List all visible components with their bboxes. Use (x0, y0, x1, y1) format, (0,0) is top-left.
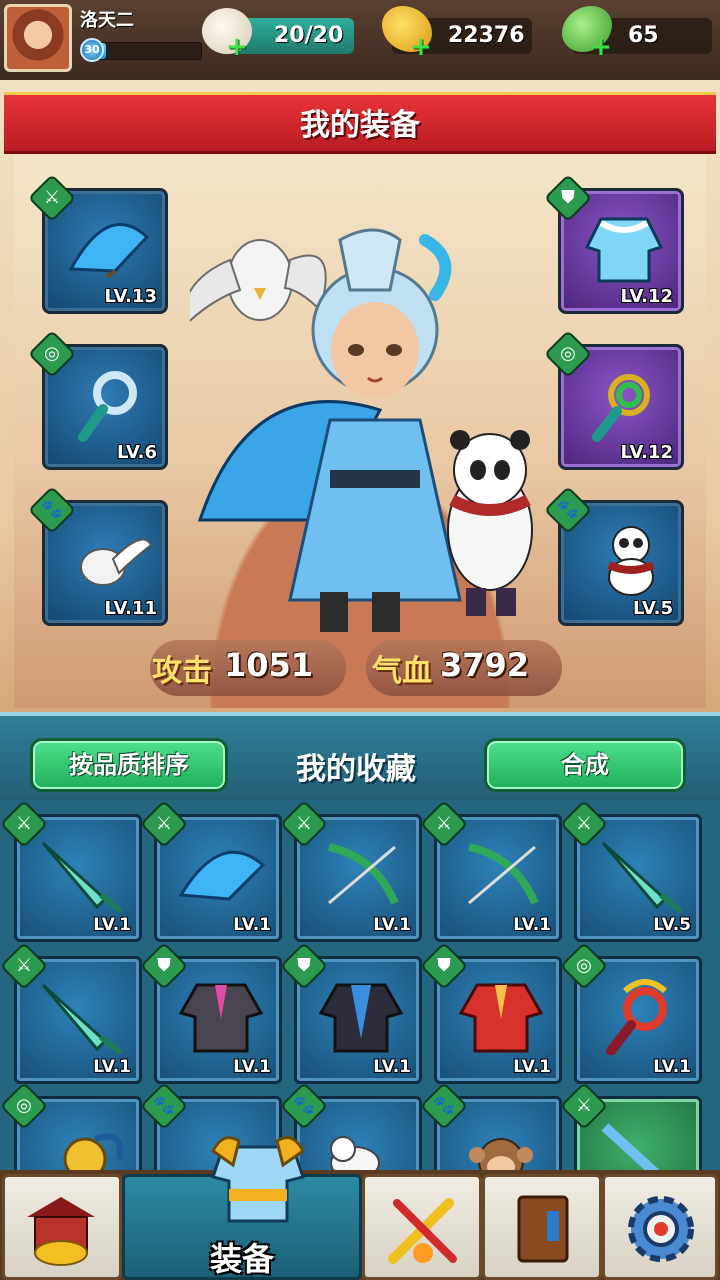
blue-robe-icon (318, 983, 404, 1053)
nav-forge[interactable] (362, 1174, 482, 1280)
book-icon (517, 1195, 569, 1263)
shop-icon (27, 1197, 95, 1266)
jade-dagger-icon (601, 841, 683, 913)
item-level: LV.1 (653, 1057, 691, 1077)
add-stamina-button[interactable]: + (226, 34, 248, 60)
item-level: LV.1 (373, 915, 411, 935)
equipment-title: 我的装备 (300, 108, 420, 143)
white-eagle-icon (80, 538, 153, 586)
nav-book[interactable] (482, 1174, 602, 1280)
add-gold-button[interactable]: + (410, 34, 432, 60)
item-level: LV.1 (373, 1057, 411, 1077)
dragon-ring-icon (592, 374, 650, 442)
equip-slot-weapon[interactable]: LV.13 ⚔ (27, 173, 168, 314)
jade-dagger-icon (41, 983, 123, 1055)
collection-item[interactable]: LV.1 ⛊ (419, 941, 562, 1084)
collection-item[interactable]: LV.5 ⚔ (559, 799, 702, 942)
slot-level: LV.12 (620, 442, 674, 463)
panda-companion (447, 430, 533, 616)
nav-equipment-label: 装备 (209, 1240, 274, 1278)
jade-pendant-icon (78, 371, 137, 442)
nav-settings[interactable] (602, 1174, 718, 1280)
red-robe-icon (458, 983, 544, 1053)
jade-crossbow-icon (468, 843, 539, 905)
item-level: LV.1 (513, 915, 551, 935)
player-avatar[interactable] (4, 4, 72, 72)
equip-slot-ring[interactable]: LV.12 ◎ (543, 329, 684, 470)
add-jade-button[interactable]: + (590, 34, 612, 60)
equip-slot-accessory[interactable]: LV.6 ◎ (27, 329, 168, 470)
equip-slot-pet-2[interactable]: LV.5 🐾 (543, 485, 684, 626)
merge-button[interactable]: 合成 (484, 738, 686, 792)
weapon-forge-icon (388, 1198, 457, 1264)
sort-by-quality-button[interactable]: 按品质排序 (30, 738, 228, 792)
phoenix-ring-icon (606, 979, 668, 1055)
eagle-companion (190, 239, 327, 322)
ice-robe-icon (584, 217, 664, 283)
collection-item[interactable]: LV.1 ⚔ (279, 799, 422, 942)
settings-icon (628, 1196, 694, 1262)
item-level: LV.5 (653, 915, 691, 935)
item-level: LV.1 (233, 915, 271, 935)
hero-character (190, 228, 533, 632)
panda-icon (607, 526, 655, 596)
equip-slot-armor[interactable]: LV.12 ⛊ (543, 173, 684, 314)
collection-item[interactable]: LV.1 ⚔ (139, 799, 282, 942)
attack-value: 1051 (224, 646, 314, 684)
blue-fan-icon (178, 850, 266, 901)
slot-level: LV.12 (620, 286, 674, 307)
attack-label: 攻击 (152, 654, 212, 689)
slot-level: LV.13 (104, 286, 158, 307)
item-level: LV.1 (513, 1057, 551, 1077)
equip-slot-pet[interactable]: LV.11 🐾 (27, 485, 168, 626)
hp-value: 3792 (440, 646, 530, 684)
hp-label: 气血 (372, 654, 432, 689)
blue-fan-icon (68, 223, 150, 279)
collection-item[interactable]: LV.1 ⚔ (0, 941, 142, 1084)
player-level-badge: 30 (80, 38, 104, 62)
collection-item[interactable]: LV.1 ⚔ (0, 799, 142, 942)
collection-item[interactable]: LV.1 ⚔ (419, 799, 562, 942)
nav-shop[interactable] (2, 1174, 122, 1280)
equipment-icon (211, 1136, 305, 1223)
player-name: 洛天二 (80, 10, 134, 31)
dark-robe-icon (178, 983, 264, 1053)
collection-item[interactable]: LV.1 ⛊ (279, 941, 422, 1084)
slot-level: LV.6 (117, 442, 157, 463)
slot-level: LV.5 (633, 598, 673, 619)
jade-crossbow-icon (328, 843, 399, 905)
collection-item[interactable]: LV.1 ◎ (559, 941, 702, 1084)
item-level: LV.1 (233, 1057, 271, 1077)
item-level: LV.1 (93, 915, 131, 935)
jade-dagger-icon (41, 841, 123, 913)
slot-level: LV.11 (104, 598, 158, 619)
collection-title: 我的收藏 (296, 752, 416, 787)
collection-item[interactable]: LV.1 ⛊ (139, 941, 282, 1084)
item-level: LV.1 (93, 1057, 131, 1077)
